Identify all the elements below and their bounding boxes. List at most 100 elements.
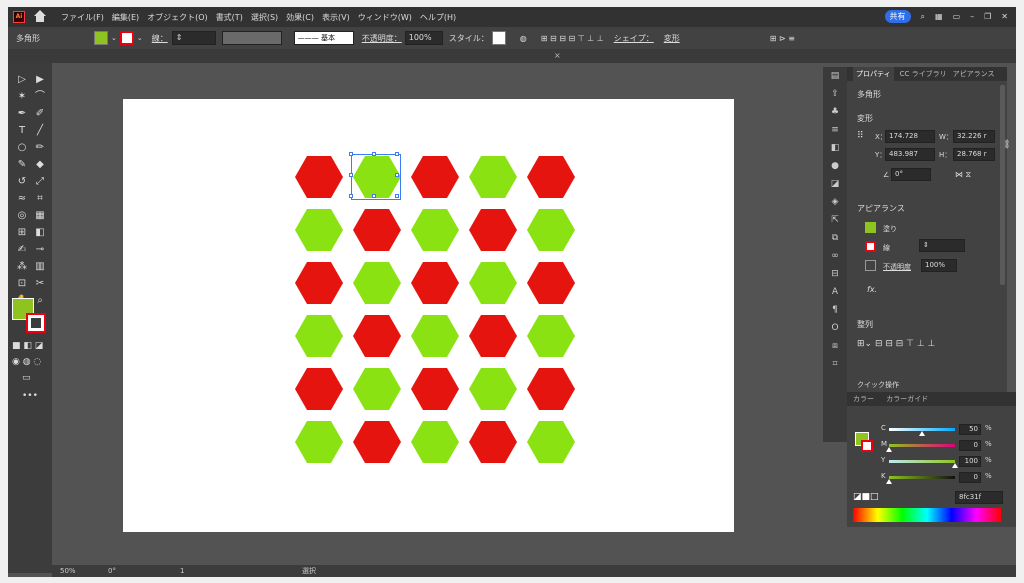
hexagon-shape[interactable] (469, 421, 517, 463)
links-dock-icon[interactable]: ∞ (823, 247, 847, 265)
curvature-tool-icon[interactable]: ✐ (32, 107, 48, 121)
hexagon-shape[interactable] (353, 368, 401, 410)
menu-edit[interactable]: 編集(E) (112, 12, 139, 23)
opacity-field[interactable]: 100% (404, 31, 443, 45)
opentype-dock-icon[interactable]: O (823, 319, 847, 337)
menu-window[interactable]: ウィンドウ(W) (358, 12, 412, 23)
hexagon-shape[interactable] (527, 315, 575, 357)
minimize-icon[interactable]: – (970, 12, 974, 21)
brush-tool-icon[interactable]: ✏ (32, 141, 48, 155)
gradient-tool-icon[interactable]: ◧ (32, 226, 48, 240)
variable-width-field[interactable] (221, 31, 282, 45)
transform-dock-icon[interactable]: ⧈ (823, 337, 847, 355)
hexagon-shape[interactable] (527, 368, 575, 410)
close-tab-icon[interactable]: × (554, 51, 561, 60)
slider-thumb[interactable] (919, 431, 925, 436)
hexagon-shape[interactable] (295, 262, 343, 304)
symbol-sprayer-icon[interactable]: ⁂ (14, 260, 30, 274)
gradient-dock-icon[interactable]: ● (823, 157, 847, 175)
channel-value-field[interactable]: 0 (959, 472, 981, 483)
hexagon-shape[interactable] (353, 209, 401, 251)
selection-handle[interactable] (395, 152, 399, 156)
hexagon-shape[interactable] (295, 368, 343, 410)
scale-tool-icon[interactable]: ⤢ (32, 175, 48, 189)
screen-mode-icon[interactable]: ▭ (22, 373, 31, 383)
angle-field[interactable]: 0° (891, 168, 931, 181)
shape-builder-icon[interactable]: ◎ (14, 209, 30, 223)
style-swatch[interactable] (491, 31, 506, 45)
menu-object[interactable]: オブジェクト(O) (147, 12, 208, 23)
hexagon-shape[interactable] (411, 315, 459, 357)
tab-color-guide[interactable]: カラーガイド (886, 395, 928, 403)
more-tools-icon[interactable]: ••• (22, 391, 38, 401)
artboard-tool-icon[interactable]: ⊡ (14, 277, 30, 291)
rotation-view[interactable]: 0° (108, 565, 116, 577)
pen-tool-icon[interactable]: ✒ (14, 107, 30, 121)
color-spectrum[interactable] (853, 508, 1001, 522)
menu-effect[interactable]: 効果(C) (286, 12, 314, 23)
transparency-dock-icon[interactable]: ◪ (823, 175, 847, 193)
none-black-white-icons[interactable]: ◪■□ (853, 492, 879, 502)
menu-help[interactable]: ヘルプ(H) (420, 12, 456, 23)
y-field[interactable]: 483.987 (885, 148, 935, 161)
stroke-label[interactable]: 線： (152, 33, 168, 44)
h-field[interactable]: 28.768 r (953, 148, 995, 161)
stroke-swatch-small[interactable] (865, 241, 876, 252)
perspective-icon[interactable]: ▦ (32, 209, 48, 223)
chevron-down-icon[interactable]: ⌄ (111, 34, 117, 42)
width-tool-icon[interactable]: ≈ (14, 192, 30, 206)
free-transform-icon[interactable]: ⌗ (32, 192, 48, 206)
hex-field[interactable]: 8fc31f (955, 491, 1003, 504)
shape-label[interactable]: シェイプ： (614, 33, 654, 44)
blend-tool-icon[interactable]: ⊸ (32, 243, 48, 257)
hexagon-shape[interactable] (469, 262, 517, 304)
zoom-tool-icon[interactable]: ⌕ (32, 294, 48, 308)
slice-tool-icon[interactable]: ✂ (32, 277, 48, 291)
w-field[interactable]: 32.226 r (953, 130, 995, 143)
channel-value-field[interactable]: 100 (959, 456, 981, 467)
channel-slider[interactable] (886, 476, 955, 484)
line-style-field[interactable]: ——— 基本 (293, 31, 354, 45)
hexagon-shape[interactable] (411, 262, 459, 304)
hexagon-shape[interactable] (353, 421, 401, 463)
channel-slider[interactable] (886, 444, 955, 452)
hexagon-shape[interactable] (469, 156, 517, 198)
align-icons[interactable]: ⊞ ⊟ ⊟ ⊟ ⊤ ⊥ ⊥ (541, 34, 604, 43)
stroke-weight-field[interactable]: ⇕ (171, 31, 216, 45)
fill-swatch[interactable] (94, 31, 108, 45)
hexagon-shape[interactable] (353, 315, 401, 357)
hexagon-shape[interactable] (527, 209, 575, 251)
menu-file[interactable]: ファイル(F) (61, 12, 104, 23)
transform-label[interactable]: 変形 (664, 33, 680, 44)
libraries-dock-icon[interactable]: ⇪ (823, 85, 847, 103)
channel-slider[interactable] (889, 460, 958, 468)
slider-thumb[interactable] (952, 463, 958, 468)
align-buttons[interactable]: ⊞⌄ ⊟ ⊟ ⊟ ⊤ ⊥ ⊥ (857, 339, 935, 349)
hexagon-shape[interactable] (295, 209, 343, 251)
hexagon-shape[interactable] (295, 421, 343, 463)
reference-point-icon[interactable]: ⠿ (857, 131, 864, 141)
selection-handle[interactable] (395, 194, 399, 198)
canvas-area[interactable] (52, 63, 823, 569)
tab-appearance[interactable]: アピアランス (953, 67, 995, 81)
hexagon-shape[interactable] (469, 209, 517, 251)
selection-bounding-box[interactable] (351, 154, 401, 200)
stroke-weight-field[interactable]: ⇕ (919, 239, 965, 252)
fill-swatch-small[interactable] (865, 222, 876, 233)
stroke-swatch[interactable] (119, 31, 134, 45)
channel-value-field[interactable]: 50 (959, 424, 981, 435)
menu-type[interactable]: 書式(T) (216, 12, 243, 23)
eyedropper-icon[interactable]: ✍ (14, 243, 30, 257)
channel-value-field[interactable]: 0 (959, 440, 981, 451)
ellipse-tool-icon[interactable]: ○ (14, 141, 30, 155)
pathfinder-dock-icon[interactable]: ⌗ (823, 355, 847, 373)
opacity-field[interactable]: 100% (921, 259, 957, 272)
hexagon-shape[interactable] (411, 156, 459, 198)
hexagon-shape[interactable] (295, 315, 343, 357)
selection-handle[interactable] (349, 173, 353, 177)
chevron-down-icon[interactable]: ⌄ (137, 34, 143, 42)
type-tool-icon[interactable]: T (14, 124, 30, 138)
swatches-dock-icon[interactable]: ≡ (823, 121, 847, 139)
panel-options-icon[interactable]: ⊞ ⊳ ≡ (770, 34, 795, 43)
slider-thumb[interactable] (886, 479, 892, 484)
